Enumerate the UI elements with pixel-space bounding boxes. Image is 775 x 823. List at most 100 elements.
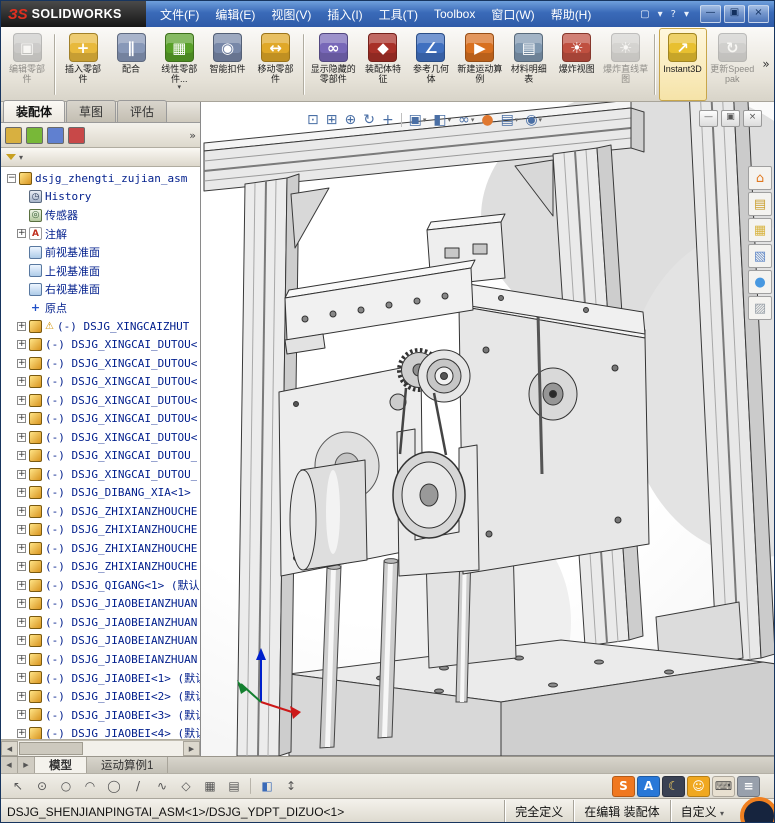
configurationmanager-tab[interactable] bbox=[47, 127, 64, 144]
expander-icon[interactable]: + bbox=[17, 729, 26, 738]
view-palette-icon[interactable]: ▧ bbox=[748, 244, 772, 268]
tree-item[interactable]: − dsjg_zhengti_zujian_asm bbox=[1, 169, 200, 188]
english-mode-icon[interactable]: A bbox=[637, 776, 660, 797]
panel-overflow-button[interactable]: » bbox=[189, 129, 196, 142]
circle-snap-icon[interactable]: ○ bbox=[55, 776, 77, 797]
expander-icon[interactable]: + bbox=[17, 655, 26, 664]
tree-item[interactable]: + (-) DSJG_XINGCAI_DUTOU_ bbox=[1, 465, 200, 484]
tree-item[interactable]: + (-) DSJG_DIBANG_XIA<1> bbox=[1, 484, 200, 503]
table-snap-icon[interactable]: ▤ bbox=[223, 776, 245, 797]
scroll-right-button[interactable]: ▶ bbox=[183, 741, 200, 756]
toolbar-button[interactable]: ◆ 装配体特征 bbox=[359, 28, 407, 101]
spline-snap-icon[interactable]: ∿ bbox=[151, 776, 173, 797]
doc-restore-button[interactable]: ▣ bbox=[721, 110, 740, 127]
tree-item[interactable]: + (-) DSJG_XINGCAI_DUTOU< bbox=[1, 373, 200, 392]
ellipse-snap-icon[interactable]: ◯ bbox=[103, 776, 125, 797]
headsup-icon[interactable]: ◉ ▾ bbox=[525, 112, 542, 128]
tree-item[interactable]: + (-) DSJG_ZHIXIANZHOUCHE bbox=[1, 558, 200, 577]
menu-item[interactable]: 视图(V) bbox=[263, 2, 319, 27]
expander-icon[interactable]: + bbox=[17, 544, 26, 553]
snap-icon[interactable] bbox=[250, 778, 251, 794]
toolbar-button[interactable]: ↻ 更新Speedpak bbox=[707, 28, 758, 101]
tab-nav-button[interactable]: ▶ bbox=[18, 757, 35, 773]
filter-bar[interactable]: ▾ bbox=[1, 148, 200, 167]
expander-icon[interactable]: − bbox=[7, 174, 16, 183]
menu-item[interactable]: 工具(T) bbox=[371, 2, 426, 27]
tree-item[interactable]: + (-) DSJG_JIAOBEI<2> (默认 bbox=[1, 687, 200, 706]
tree-item[interactable]: + (-) DSJG_QIGANG<1> (默认 bbox=[1, 576, 200, 595]
arc-snap-icon[interactable]: ◠ bbox=[79, 776, 101, 797]
new-doc-icon[interactable]: ▢ bbox=[638, 8, 651, 21]
expander-icon[interactable]: + bbox=[17, 433, 26, 442]
toolbar-button[interactable]: ∞ 显示隐藏的零部件 bbox=[308, 28, 359, 101]
status-custom-button[interactable]: 自定义 ▾ bbox=[670, 800, 734, 823]
tree-item[interactable]: + 注解 bbox=[1, 225, 200, 244]
menu-item[interactable]: 窗口(W) bbox=[483, 2, 542, 27]
close-button[interactable]: × bbox=[748, 5, 769, 23]
tree-item[interactable]: 上视基准面 bbox=[1, 262, 200, 281]
featuremanager-tab[interactable] bbox=[5, 127, 22, 144]
tree-item[interactable]: 右视基准面 bbox=[1, 280, 200, 299]
custom-properties-icon[interactable]: ▨ bbox=[748, 296, 772, 320]
tree-item[interactable]: 原点 bbox=[1, 299, 200, 318]
select-icon[interactable]: ↖ bbox=[7, 776, 29, 797]
menu-item[interactable]: 编辑(E) bbox=[207, 2, 263, 27]
expander-icon[interactable]: + bbox=[17, 581, 26, 590]
command-tab[interactable]: 草图 bbox=[66, 100, 116, 122]
appearances-icon[interactable]: ● bbox=[748, 270, 772, 294]
headsup-icon[interactable]: ▤ ▾ bbox=[501, 112, 519, 128]
expander-icon[interactable]: + bbox=[17, 340, 26, 349]
headsup-icon[interactable]: ● bbox=[481, 112, 493, 128]
point-snap-icon[interactable]: ⊙ bbox=[31, 776, 53, 797]
chevron-down-icon[interactable]: ▾ bbox=[656, 8, 665, 21]
toolbar-button[interactable]: ▤ 材料明细表 bbox=[505, 28, 553, 101]
expander-icon[interactable]: + bbox=[17, 377, 26, 386]
toolbar-button[interactable]: ☀ 爆炸视图 bbox=[553, 28, 601, 101]
tree-item[interactable]: + (-) DSJG_XINGCAI_DUTOU< bbox=[1, 354, 200, 373]
expander-icon[interactable]: + bbox=[17, 562, 26, 571]
expander-icon[interactable]: + bbox=[17, 359, 26, 368]
line-snap-icon[interactable]: / bbox=[127, 776, 149, 797]
propertymanager-tab[interactable] bbox=[26, 127, 43, 144]
command-tab[interactable]: 评估 bbox=[117, 100, 167, 122]
expander-icon[interactable]: + bbox=[17, 414, 26, 423]
help-icon[interactable]: ? bbox=[669, 8, 678, 21]
emoji-icon[interactable]: ☺ bbox=[687, 776, 710, 797]
toolbox-icon[interactable]: ≡ bbox=[737, 776, 760, 797]
toolbar-button[interactable]: ∠ 参考几何体 bbox=[407, 28, 455, 101]
expander-icon[interactable]: + bbox=[17, 229, 26, 238]
headsup-icon[interactable] bbox=[401, 113, 402, 127]
headsup-icon[interactable]: ⊡ bbox=[307, 112, 319, 128]
tree-item[interactable]: + (-) DSJG_XINGCAI_DUTOU< bbox=[1, 410, 200, 429]
toolbar-overflow-button[interactable]: » bbox=[758, 57, 774, 71]
doc-minimize-button[interactable]: — bbox=[699, 110, 718, 127]
model-tab[interactable]: 模型 bbox=[35, 757, 87, 773]
expander-icon[interactable]: + bbox=[17, 673, 26, 682]
toolbar-button[interactable]: ↔ 移动零部件 bbox=[252, 28, 300, 101]
expander-icon[interactable] bbox=[17, 303, 26, 312]
expander-icon[interactable]: + bbox=[17, 507, 26, 516]
menu-item[interactable]: 插入(I) bbox=[319, 2, 370, 27]
tree-item[interactable]: History bbox=[1, 188, 200, 207]
notification-badge[interactable] bbox=[740, 797, 775, 823]
expander-icon[interactable]: + bbox=[17, 322, 26, 331]
expander-icon[interactable]: + bbox=[17, 636, 26, 645]
toolbar-button[interactable]: ◉ 智能扣件 bbox=[204, 28, 252, 101]
file-explorer-icon[interactable]: ▦ bbox=[748, 218, 772, 242]
tree-item[interactable]: + (-) DSJG_JIAOBEIANZHUAN bbox=[1, 632, 200, 651]
expander-icon[interactable]: + bbox=[17, 470, 26, 479]
menu-item[interactable]: 文件(F) bbox=[152, 2, 207, 27]
scroll-thumb[interactable] bbox=[19, 742, 83, 755]
expander-icon[interactable]: + bbox=[17, 451, 26, 460]
tree-item[interactable]: + (-) DSJG_JIAOBEIANZHUAN bbox=[1, 595, 200, 614]
headsup-icon[interactable]: ◧ ▾ bbox=[433, 112, 451, 128]
tree-item[interactable]: 传感器 bbox=[1, 206, 200, 225]
headsup-icon[interactable]: ⊞ bbox=[326, 112, 338, 128]
headsup-icon[interactable]: ∞ ▾ bbox=[458, 112, 474, 128]
tree-item[interactable]: + (-) DSJG_XINGCAI_DUTOU_ bbox=[1, 447, 200, 466]
toolbar-button[interactable]: + 插入零部件 bbox=[59, 28, 107, 101]
restore-button[interactable]: ▣ bbox=[724, 5, 745, 23]
headsup-icon[interactable]: ↻ bbox=[363, 112, 375, 128]
expander-icon[interactable] bbox=[17, 248, 26, 257]
night-mode-icon[interactable]: ☾ bbox=[662, 776, 685, 797]
